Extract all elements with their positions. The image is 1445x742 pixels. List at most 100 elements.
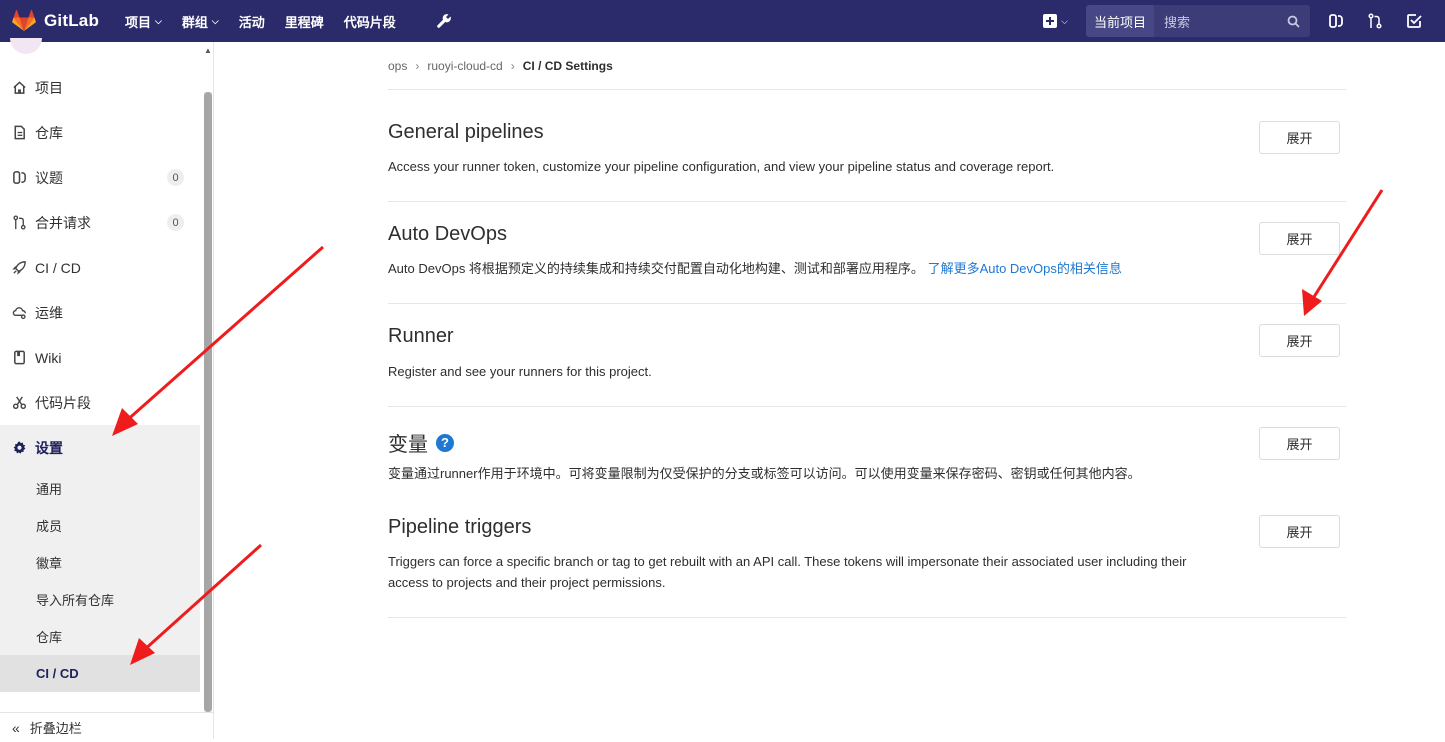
main-nav: 项目 ⌵ 群组 ⌵ 活动 里程碑 代码片段 bbox=[125, 12, 452, 31]
scroll-up-icon[interactable]: ▲ bbox=[204, 46, 212, 55]
search-input[interactable]: 搜索 bbox=[1154, 5, 1310, 37]
collapse-sidebar-button[interactable]: « 折叠边栏 bbox=[0, 712, 214, 742]
settings-sub-badges[interactable]: 徽章 bbox=[0, 544, 200, 581]
section-title-runner: Runner bbox=[388, 325, 454, 347]
search-scope-badge[interactable]: 当前项目 bbox=[1085, 5, 1154, 37]
section-desc-variables: 变量通过runner作用于环境中。可将变量限制为仅受保护的分支或标签可以访问。可… bbox=[388, 466, 1141, 481]
sidebar-item-repository[interactable]: 仓库 bbox=[0, 110, 200, 155]
section-title-variables: 变量? bbox=[388, 428, 454, 457]
breadcrumb-project[interactable]: ruoyi-cloud-cd bbox=[427, 59, 502, 73]
expand-pipeline-triggers-button[interactable]: 展开 bbox=[1259, 515, 1340, 548]
sidebar-item-label: Wiki bbox=[35, 349, 62, 366]
search-icon bbox=[1287, 15, 1300, 28]
chevron-down-icon: ⌵ bbox=[211, 15, 219, 26]
chevron-right-icon: › bbox=[510, 59, 515, 73]
todo-icon[interactable] bbox=[1406, 13, 1422, 29]
sidebar-item-label: 议题 bbox=[35, 169, 63, 186]
wrench-icon[interactable] bbox=[436, 13, 452, 29]
section-title-general-pipelines: General pipelines bbox=[388, 121, 544, 143]
section-desc-general-pipelines: Access your runner token, customize your… bbox=[388, 159, 1055, 174]
nav-groups-label: 群组 bbox=[181, 14, 208, 30]
nav-snippets-label: 代码片段 bbox=[343, 14, 396, 30]
app-name: GitLab bbox=[44, 11, 100, 30]
section-desc-runner: Register and see your runners for this p… bbox=[388, 364, 652, 379]
sidebar: ▲ 项目 仓库 议题 0 合并请求 0 CI / CD 运维 Wiki 代码片段… bbox=[0, 38, 214, 742]
variables-title-text: 变量 bbox=[388, 434, 428, 456]
expand-general-pipelines-button[interactable]: 展开 bbox=[1259, 121, 1340, 154]
settings-sub-ci-cd[interactable]: CI / CD bbox=[0, 655, 200, 692]
double-chevron-left-icon: « bbox=[12, 719, 20, 736]
plus-square-icon bbox=[1043, 14, 1058, 28]
search-box[interactable]: 当前项目 搜索 bbox=[1085, 5, 1310, 37]
sidebar-item-wiki[interactable]: Wiki bbox=[0, 335, 200, 380]
section-desc-pipeline-triggers: Triggers can force a specific branch or … bbox=[388, 554, 1187, 590]
question-circle-icon[interactable]: ? bbox=[436, 433, 454, 452]
settings-sub-general[interactable]: 通用 bbox=[0, 470, 200, 507]
sidebar-item-label: 设置 bbox=[35, 439, 63, 456]
project-avatar[interactable] bbox=[10, 38, 42, 54]
section-desc-auto-devops: Auto DevOps 将根据预定义的持续集成和持续交付配置自动化地构建、测试和… bbox=[388, 258, 1228, 279]
sidebar-item-label: 项目 bbox=[35, 79, 63, 96]
rocket-icon bbox=[11, 260, 27, 276]
settings-sub-members[interactable]: 成员 bbox=[0, 507, 200, 544]
settings-sub-repository[interactable]: 仓库 bbox=[0, 618, 200, 655]
auto-devops-learn-more-link[interactable]: 了解更多Auto DevOps的相关信息 bbox=[928, 261, 1122, 276]
breadcrumb-group[interactable]: ops bbox=[388, 59, 407, 73]
auto-devops-desc-text: Auto DevOps 将根据预定义的持续集成和持续交付配置自动化地构建、测试和… bbox=[388, 261, 924, 276]
nav-milestones-label: 里程碑 bbox=[284, 14, 324, 30]
right-nav: ⌵ 当前项目 搜索 bbox=[1043, 0, 1445, 42]
issues-icon[interactable] bbox=[1328, 13, 1344, 29]
sidebar-item-label: 代码片段 bbox=[35, 394, 91, 411]
chevron-down-icon: ⌵ bbox=[1061, 15, 1068, 26]
nav-projects[interactable]: 项目 ⌵ bbox=[125, 12, 162, 31]
sidebar-item-ci-cd[interactable]: CI / CD bbox=[0, 245, 200, 290]
collapse-sidebar-label: 折叠边栏 bbox=[29, 721, 82, 736]
new-dropdown-button[interactable]: ⌵ bbox=[1043, 14, 1068, 28]
book-icon bbox=[11, 350, 27, 366]
section-title-auto-devops: Auto DevOps bbox=[388, 223, 507, 245]
sidebar-item-settings[interactable]: 设置 bbox=[0, 425, 200, 470]
merge-requests-count-badge: 0 bbox=[167, 214, 184, 231]
sidebar-item-project[interactable]: 项目 bbox=[0, 65, 200, 110]
nav-milestones[interactable]: 里程碑 bbox=[285, 12, 324, 31]
divider bbox=[388, 617, 1346, 618]
doc-icon bbox=[11, 125, 27, 141]
breadcrumb: ops › ruoyi-cloud-cd › CI / CD Settings bbox=[388, 59, 613, 73]
sidebar-item-label: CI / CD bbox=[35, 259, 81, 276]
gitlab-home-link[interactable]: GitLab bbox=[12, 10, 99, 32]
nav-groups[interactable]: 群组 ⌵ bbox=[182, 12, 219, 31]
nav-activity-label: 活动 bbox=[238, 14, 265, 30]
search-placeholder: 搜索 bbox=[1164, 14, 1191, 30]
sidebar-item-snippets[interactable]: 代码片段 bbox=[0, 380, 200, 425]
home-icon bbox=[11, 80, 27, 96]
gitlab-logo-icon bbox=[12, 10, 36, 31]
merge-request-icon[interactable] bbox=[1367, 13, 1383, 29]
scrollbar-thumb[interactable] bbox=[204, 92, 212, 712]
sidebar-item-label: 运维 bbox=[35, 304, 63, 321]
expand-runner-button[interactable]: 展开 bbox=[1259, 324, 1340, 357]
expand-variables-button[interactable]: 展开 bbox=[1259, 427, 1340, 460]
expand-auto-devops-button[interactable]: 展开 bbox=[1259, 222, 1340, 255]
cloud-gear-icon bbox=[11, 305, 27, 321]
sidebar-item-issues[interactable]: 议题 0 bbox=[0, 155, 200, 200]
issues-count-badge: 0 bbox=[167, 169, 184, 186]
settings-sub-import[interactable]: 导入所有仓库 bbox=[0, 581, 200, 618]
gear-icon bbox=[11, 440, 27, 456]
issues-icon bbox=[11, 170, 27, 186]
breadcrumb-current[interactable]: CI / CD Settings bbox=[523, 59, 613, 73]
top-navbar: GitLab 项目 ⌵ 群组 ⌵ 活动 里程碑 代码片段 ⌵ 当前项目 搜索 bbox=[0, 0, 1445, 42]
nav-snippets[interactable]: 代码片段 bbox=[344, 12, 396, 31]
sidebar-item-operations[interactable]: 运维 bbox=[0, 290, 200, 335]
chevron-down-icon: ⌵ bbox=[155, 15, 162, 26]
chevron-right-icon: › bbox=[415, 59, 420, 73]
scissors-icon bbox=[11, 395, 27, 411]
divider bbox=[388, 406, 1346, 407]
divider bbox=[388, 201, 1346, 202]
sidebar-item-label: 仓库 bbox=[35, 124, 63, 141]
divider bbox=[388, 89, 1346, 90]
section-title-pipeline-triggers: Pipeline triggers bbox=[388, 516, 532, 538]
sidebar-item-merge-requests[interactable]: 合并请求 0 bbox=[0, 200, 200, 245]
nav-activity[interactable]: 活动 bbox=[239, 12, 265, 31]
merge-request-icon bbox=[11, 215, 27, 231]
sidebar-item-label: 合并请求 bbox=[35, 214, 91, 231]
